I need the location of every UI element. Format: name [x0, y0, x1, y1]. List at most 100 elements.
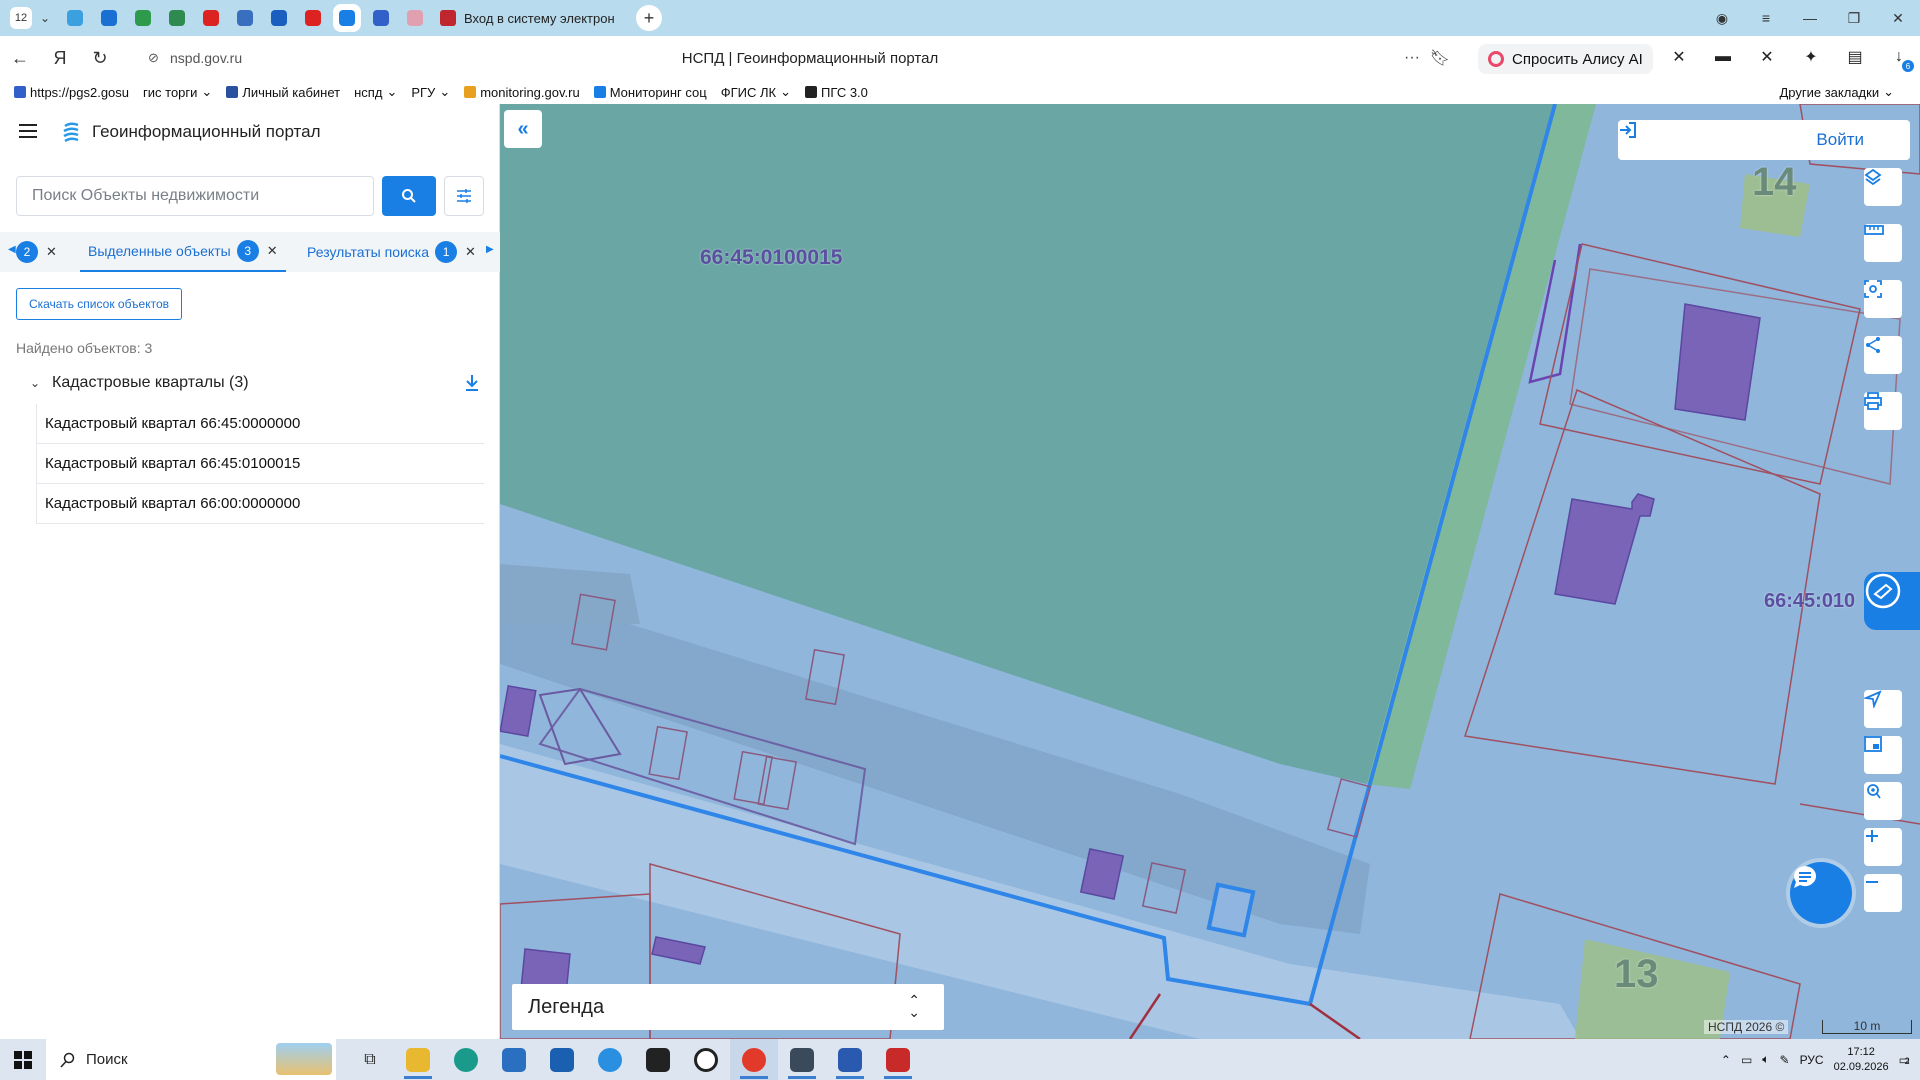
taskbar-search[interactable]: Поиск — [46, 1039, 336, 1080]
menu-icon[interactable] — [19, 124, 37, 138]
open-tab[interactable]: Вход в систему электрон — [440, 3, 630, 33]
search-button[interactable] — [382, 176, 436, 216]
close-window-button[interactable]: ✕ — [1876, 10, 1920, 27]
extension-k2-icon[interactable]: ✕ — [1756, 46, 1778, 68]
download-list-button[interactable]: Скачать список объектов — [16, 288, 182, 320]
more-icon[interactable]: ··· — [1404, 49, 1420, 67]
close-icon[interactable]: ✕ — [267, 243, 278, 259]
tab-selected-objects[interactable]: Выделенные объекты 3 ✕ — [80, 232, 286, 272]
layers-button[interactable] — [1864, 168, 1902, 206]
site-info-icon[interactable]: ⊘ — [148, 50, 159, 66]
ask-alice-button[interactable]: Спросить Алису AI — [1478, 44, 1653, 74]
minimize-button[interactable]: — — [1788, 10, 1832, 26]
taskbar-bat[interactable] — [634, 1039, 682, 1080]
chevron-down-icon[interactable]: ⌄ — [30, 376, 46, 390]
collections-icon[interactable]: ▤ — [1844, 46, 1866, 68]
pinned-tab[interactable] — [163, 4, 191, 32]
pinned-tab[interactable] — [231, 4, 259, 32]
bookmark-item[interactable]: РГУ ⌄ — [411, 84, 450, 100]
pinned-tab[interactable] — [299, 4, 327, 32]
extension-shield-icon[interactable]: ▬ — [1712, 46, 1734, 68]
pinned-tab[interactable] — [129, 4, 157, 32]
extension-k-icon[interactable]: ✕ — [1668, 46, 1690, 68]
bookmark-item[interactable]: monitoring.gov.ru — [464, 85, 580, 100]
volume-icon[interactable]: 🔈︎ — [1762, 1052, 1769, 1067]
task-view-button[interactable]: ⧉ — [346, 1039, 394, 1080]
tab-previous[interactable]: 2 ✕ — [16, 232, 57, 272]
taskbar-outlook[interactable] — [538, 1039, 586, 1080]
close-icon[interactable]: ✕ — [46, 244, 57, 260]
minimap-button[interactable] — [1864, 736, 1902, 774]
notifications-icon[interactable]: ▭ 2 — [1899, 1053, 1910, 1067]
tab-count-button[interactable]: 12 — [10, 7, 32, 29]
tabs-scroll-left-icon[interactable]: ◀ — [8, 244, 16, 255]
chat-assistant-button[interactable] — [1790, 862, 1852, 924]
bookmark-item[interactable]: Личный кабинет — [226, 85, 340, 100]
yandex-home-icon[interactable]: Я — [40, 48, 80, 69]
bookmark-item[interactable]: ФГИС ЛК ⌄ — [721, 84, 791, 100]
pinned-tab[interactable] — [197, 4, 225, 32]
clock[interactable]: 17:12 02.09.2026 — [1834, 1045, 1889, 1075]
browser-menu-icon[interactable]: ≡ — [1744, 10, 1788, 26]
taskbar-c-app[interactable] — [682, 1039, 730, 1080]
taskbar-yandex[interactable] — [730, 1039, 778, 1080]
bookmark-item[interactable]: Мониторинг соц — [593, 85, 707, 100]
bookmark-item[interactable]: ПГС 3.0 — [805, 85, 868, 100]
pinned-tab[interactable] — [95, 4, 123, 32]
locate-button[interactable] — [1864, 690, 1902, 728]
url-field[interactable]: ⊘ nspd.gov.ru НСПД | Геоинформационный п… — [140, 44, 1480, 72]
pen-icon[interactable]: ✎ — [1780, 1053, 1790, 1067]
search-field[interactable] — [16, 176, 374, 216]
bookmark-item[interactable]: нспд ⌄ — [354, 84, 397, 100]
new-tab-button[interactable]: + — [636, 5, 662, 31]
list-item[interactable]: Кадастровый квартал 66:45:0000000 — [37, 404, 484, 444]
list-item[interactable]: Кадастровый квартал 66:45:0100015 — [37, 444, 484, 484]
reload-button[interactable]: ↻ — [80, 48, 120, 69]
download-icon[interactable] — [464, 374, 480, 392]
restore-button[interactable]: ❐ — [1832, 10, 1876, 27]
other-bookmarks[interactable]: Другие закладки ⌄ — [1779, 84, 1894, 100]
bookmark-item[interactable]: https://pgs2.gosu — [14, 85, 129, 100]
taskbar-store[interactable] — [490, 1039, 538, 1080]
tabs-scroll-right-icon[interactable]: ▶ — [486, 244, 494, 255]
bookmark-item[interactable]: гис торги ⌄ — [143, 84, 212, 100]
network-icon[interactable]: ▭ — [1741, 1053, 1752, 1067]
extensions-puzzle-icon[interactable]: ✦ — [1800, 46, 1822, 68]
zoom-in-button[interactable] — [1864, 828, 1902, 866]
bookmark-icon[interactable]: 🔖︎ — [1430, 48, 1450, 68]
taskbar-calc[interactable] — [778, 1039, 826, 1080]
pinned-tab[interactable] — [401, 4, 429, 32]
login-button[interactable]: Войти — [1618, 120, 1910, 160]
pinned-tab[interactable] — [265, 4, 293, 32]
geolocation-button[interactable] — [1864, 782, 1902, 820]
list-item[interactable]: Кадастровый квартал 66:00:0000000 — [37, 484, 484, 524]
filter-button[interactable] — [444, 176, 484, 216]
taskbar-explorer[interactable] — [394, 1039, 442, 1080]
share-button[interactable] — [1864, 336, 1902, 374]
ruler-button[interactable] — [1864, 224, 1902, 262]
tray-expand-icon[interactable]: ⌃ — [1721, 1053, 1731, 1067]
select-area-button[interactable] — [1864, 280, 1902, 318]
profile-icon[interactable]: ◉ — [1700, 10, 1744, 27]
pinned-tab[interactable] — [333, 4, 361, 32]
downloads-icon[interactable]: ↓ 6 — [1888, 46, 1914, 72]
back-button[interactable]: ← — [0, 48, 40, 69]
tab-list-chevron-icon[interactable]: ⌄ — [32, 11, 58, 25]
taskbar-pdf[interactable] — [874, 1039, 922, 1080]
pinned-tab[interactable] — [61, 4, 89, 32]
search-input[interactable] — [32, 187, 373, 205]
zoom-out-button[interactable] — [1864, 874, 1902, 912]
taskbar-ie[interactable] — [586, 1039, 634, 1080]
print-button[interactable] — [1864, 392, 1902, 430]
pinned-tab[interactable] — [367, 4, 395, 32]
taskbar-edge[interactable] — [442, 1039, 490, 1080]
close-icon[interactable]: ✕ — [465, 244, 476, 260]
collapse-panel-button[interactable]: « — [504, 110, 542, 148]
legend-panel[interactable]: Легенда ⌃ ⌄ — [512, 984, 944, 1030]
feedback-button[interactable] — [1864, 572, 1920, 630]
expand-icon[interactable]: ⌃ ⌄ — [908, 993, 920, 1019]
start-button[interactable] — [0, 1039, 46, 1080]
tab-search-results[interactable]: Результаты поиска 1 ✕ — [307, 232, 476, 272]
taskbar-word[interactable] — [826, 1039, 874, 1080]
language-indicator[interactable]: РУС — [1800, 1053, 1824, 1067]
